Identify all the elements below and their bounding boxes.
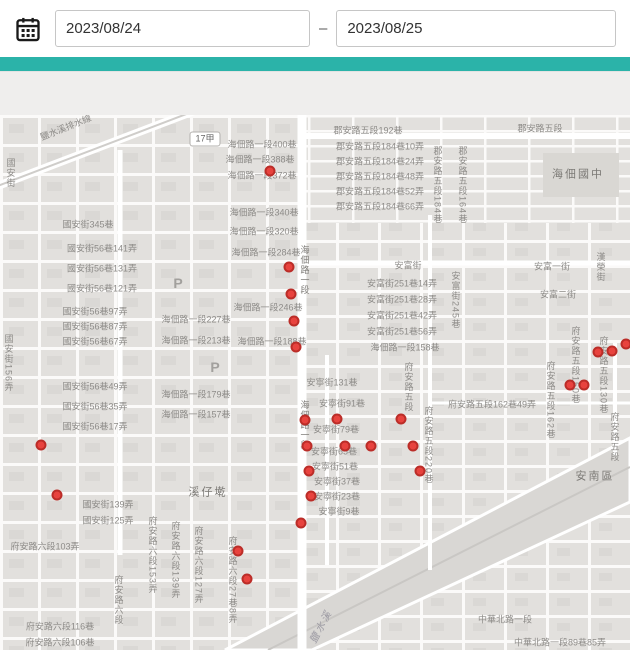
- map-marker[interactable]: [396, 414, 407, 425]
- map-marker[interactable]: [233, 546, 244, 557]
- end-date-input[interactable]: [336, 10, 616, 47]
- map-marker[interactable]: [289, 316, 300, 327]
- map-marker[interactable]: [340, 441, 351, 452]
- map-marker[interactable]: [265, 166, 276, 177]
- map-marker[interactable]: [593, 347, 604, 358]
- map-marker[interactable]: [296, 518, 307, 529]
- map-marker[interactable]: [306, 491, 317, 502]
- map[interactable]: 鹽水溪排水線國安街海佃路一段400巷海佃路一段388巷海佃路一段372巷郡安路五…: [0, 115, 630, 650]
- map-marker[interactable]: [291, 342, 302, 353]
- map-marker[interactable]: [36, 440, 47, 451]
- map-marker[interactable]: [286, 289, 297, 300]
- date-range-separator: –: [319, 20, 327, 37]
- map-marker[interactable]: [52, 490, 63, 501]
- map-marker[interactable]: [607, 346, 618, 357]
- map-marker[interactable]: [332, 414, 343, 425]
- map-marker[interactable]: [304, 466, 315, 477]
- map-marker[interactable]: [408, 441, 419, 452]
- map-marker[interactable]: [415, 466, 426, 477]
- map-marker[interactable]: [621, 339, 630, 350]
- accent-progress-bar: [0, 57, 630, 71]
- map-marker-layer: [0, 115, 630, 650]
- map-marker[interactable]: [242, 574, 253, 585]
- map-marker[interactable]: [565, 380, 576, 391]
- toolbar: –: [0, 0, 630, 57]
- map-marker[interactable]: [302, 441, 313, 452]
- start-date-input[interactable]: [55, 10, 310, 47]
- calendar-button[interactable]: [10, 11, 46, 47]
- map-marker[interactable]: [579, 380, 590, 391]
- map-marker[interactable]: [284, 262, 295, 273]
- map-marker[interactable]: [366, 441, 377, 452]
- calendar-icon: [14, 15, 42, 43]
- map-marker[interactable]: [300, 415, 311, 426]
- spacer-strip: [0, 71, 630, 115]
